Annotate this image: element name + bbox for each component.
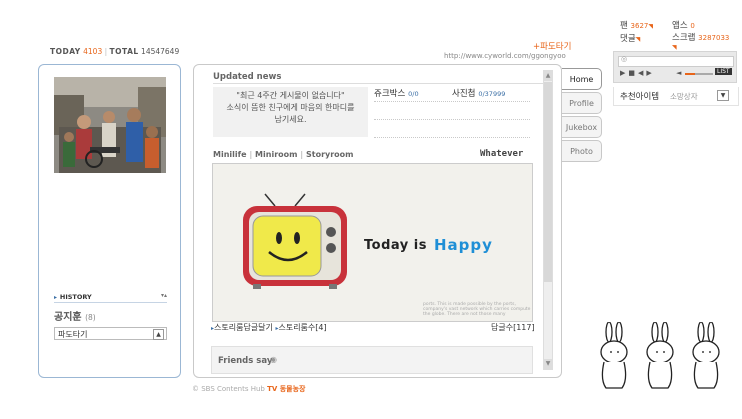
nav-miniroom[interactable]: Miniroom [255,150,297,159]
updated-news-title: Updated news [213,72,282,82]
scrap-value: 3287033 [698,34,730,42]
nav-minilife[interactable]: Minilife [213,150,247,159]
jukebox-value: 0/0 [408,90,419,98]
news-empty-line: 남기세요. [274,115,307,124]
tab-photo[interactable]: Photo [562,140,602,162]
music-player: ◎ ▶■◀▶ ◄ LIST [613,51,737,83]
bunny-decoration [600,322,720,389]
album-value: 0/37999 [478,90,506,98]
visitor-counter: TODAY 4103 | TOTAL 14547649 [50,47,179,56]
chevron-down-icon[interactable]: ▼ [717,90,729,101]
nav-separator: | [300,150,304,159]
storyroom-banner[interactable]: Today is Happy ports. This is made possi… [212,163,533,322]
player-controls: ▶■◀▶ [620,69,655,77]
pado-link[interactable]: +파도타기 [533,40,571,52]
story-count-link[interactable]: 스토리룸수 [278,323,315,332]
copyright-text: © SBS Contents Hub [192,385,265,393]
scroll-down-icon[interactable]: ▼ [544,359,552,369]
story-count: [4] [315,323,327,332]
news-empty-line: 소식이 뜸한 친구에게 마음의 한마디를 [226,103,355,112]
total-value: 14547649 [141,47,180,56]
comment-label: 댓글 [620,34,636,44]
album-label[interactable]: 사진첩 [452,89,475,99]
brand-logo: TV 동물농장 [267,385,306,393]
next-icon[interactable]: ▶ [646,69,654,77]
news-empty-line: "최근 4주간 게시물이 없습니다" [236,91,345,100]
nav-separator: | [249,150,253,159]
reply-count: 답글수[117] [491,322,535,333]
pado-link-label: 파도타기 [540,42,572,52]
fan-label: 팬 [620,21,628,31]
news-empty-box: "최근 4주간 게시물이 없습니다" 소식이 뜸한 친구에게 마음의 한마디를 … [213,87,368,137]
fine-print-line: the globe. There are not those many [423,312,506,317]
today-label: TODAY [50,47,81,56]
chevron-up-icon[interactable]: ▲ [153,329,164,340]
speaker-icon[interactable]: ◄ [676,69,681,77]
recommend-bar: 추천아이템 소망상자 ▼ [613,87,739,106]
nav-storyroom[interactable]: Storyroom [306,150,354,159]
stats-panel: 팬 3627◥ 댓글◥ 앱스 0 스크랩 3287033 ◥ [620,20,735,51]
fine-print: ports. This is made possible by the port… [423,302,530,317]
friends-say-box: Friends say ◉ [211,346,533,374]
pado-select-value: 파도타기 [58,330,88,339]
expand-arrows-icon[interactable]: ▾▴ [161,292,167,299]
banner-today: Today is [364,238,427,253]
story-reply-link[interactable]: 스토리룸답글달기 [214,323,273,332]
reply-count-value: [117] [513,323,535,332]
apps-value: 0 [690,22,695,30]
profile-panel: ▸ HISTORY ▾▴ 공지훈 (8) 파도타기 ▲ [38,64,181,378]
scrollbar[interactable]: ▲ ▼ [543,70,553,370]
tab-jukebox[interactable]: Jukebox [562,116,602,138]
recommend-label: 추천아이템 [620,92,660,102]
banner-happy: Happy [434,236,493,254]
notice-count: (8) [85,313,96,322]
homepage-url[interactable]: http://www.cyworld.com/ggongyoo [444,52,566,60]
apps-label: 앱스 [672,21,688,31]
pado-select[interactable]: 파도타기 ▲ [54,327,167,340]
tab-home[interactable]: Home [562,68,602,90]
recommend-dropdown[interactable]: 소망상자 [670,91,698,102]
total-label: TOTAL [109,47,139,56]
tab-profile[interactable]: Profile [562,92,602,114]
empty-row [374,105,530,120]
history-bar: ▸ HISTORY ▾▴ [54,292,167,303]
divider [213,83,543,84]
history-label[interactable]: HISTORY [60,293,92,301]
room-nav: Minilife | Miniroom | Storyroom [213,150,354,159]
fan-value: 3627 [630,22,649,30]
profile-photo [54,77,166,173]
volume-slider[interactable] [685,73,713,75]
whatever-label: Whatever [480,149,524,159]
today-value: 4103 [83,47,103,56]
new-icon: ◥ [648,23,653,30]
counter-separator: | [104,47,108,56]
list-badge[interactable]: LIST [715,68,732,75]
disc-icon: ◎ [621,55,628,63]
triangle-icon: ▸ [54,294,58,301]
track-display: ◎ [618,55,734,67]
jukebox-label[interactable]: 쥬크박스 [374,89,405,99]
scroll-up-icon[interactable]: ▲ [544,71,552,81]
footer: © SBS Contents Hub TV 동물농장 [192,384,306,394]
counts-row: 쥬크박스 0/0 사진첩 0/37999 [374,87,530,102]
empty-row [374,123,530,138]
new-icon: ◥ [635,36,641,43]
stop-icon[interactable]: ■ [628,69,638,77]
notice-title[interactable]: 공지훈 (8) [54,308,96,323]
scroll-thumb[interactable] [544,82,552,282]
main-content: Updated news "최근 4주간 게시물이 없습니다" 소식이 뜸한 친… [193,64,562,378]
reply-label: 답글수 [491,323,514,332]
friends-say-label: Friends say [218,356,273,366]
story-links: ▸스토리룸답글달기 ▸스토리룸수[4] [211,322,327,333]
notice-label: 공지훈 [54,312,82,323]
help-icon[interactable]: ◉ [270,355,277,364]
